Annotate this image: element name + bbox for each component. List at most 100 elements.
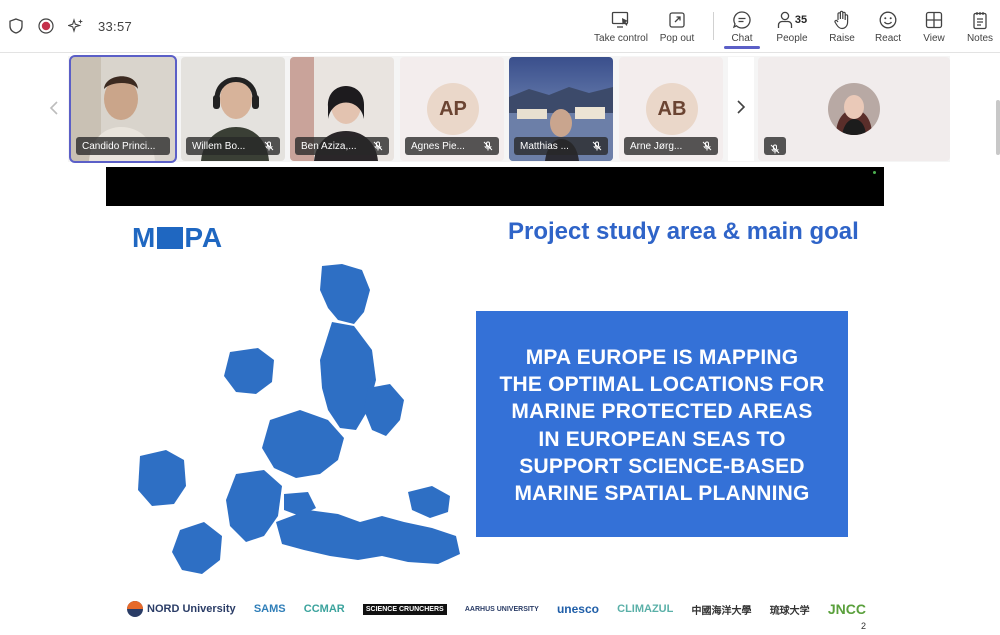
logo-label: JNCC: [827, 601, 866, 617]
logo-box: [157, 227, 184, 249]
mic-off-icon: [264, 141, 274, 151]
shared-screen-header: [106, 167, 884, 206]
goal-line: MPA EUROPE IS MAPPING: [525, 346, 799, 369]
goal-line: IN EUROPEAN SEAS TO: [538, 427, 786, 451]
participant-name: Ben Aziza,...: [301, 140, 357, 152]
europe-map: [138, 264, 460, 574]
raise-hand-icon: [833, 10, 851, 30]
participant-tile[interactable]: [758, 57, 950, 161]
pop-out-icon: [668, 10, 686, 30]
scroll-right-button[interactable]: [728, 57, 754, 161]
participant-name: Candido Princi...: [82, 140, 156, 152]
meeting-timer: 33:57: [98, 18, 133, 34]
notes-button[interactable]: Notes: [960, 0, 1000, 50]
mic-off-icon: [702, 141, 712, 151]
mic-off-icon: [483, 141, 493, 151]
science-crunchers-logo: SCIENCE CRUNCHERS: [362, 603, 447, 615]
participant-tile[interactable]: Willem Bo...: [181, 57, 285, 161]
chat-icon: [732, 10, 752, 30]
logo-label: unesco: [556, 602, 599, 616]
logo-label: 琉球大学: [769, 605, 810, 617]
ccmar-logo: CCMAR: [304, 603, 345, 615]
participant-name: Agnes Pie...: [411, 140, 465, 152]
unesco-logo: unesco: [557, 602, 599, 616]
participant-nameplate: Matthias ...: [514, 137, 608, 155]
ocean-university-logo: 中國海洋大學: [692, 602, 752, 617]
raise-hand-button[interactable]: Raise: [822, 0, 862, 50]
mpa-logo: M PA: [132, 222, 223, 254]
participant-nameplate: Arne Jørg...: [624, 137, 718, 155]
participant-tile[interactable]: Ben Aziza,...: [290, 57, 394, 161]
smiley-icon: [879, 10, 897, 30]
logo-label: 中國海洋大學: [691, 605, 752, 617]
chat-button[interactable]: Chat: [724, 0, 760, 50]
logo-label: NORD University: [147, 603, 236, 615]
sparkle-icon[interactable]: [66, 16, 86, 36]
partner-logos: NORD University SAMS CCMAR SCIENCE CRUNC…: [126, 594, 866, 624]
react-button[interactable]: React: [868, 0, 908, 50]
take-control-icon: [611, 10, 631, 30]
notes-label: Notes: [966, 33, 994, 44]
participant-tile[interactable]: AB Arne Jørg...: [619, 57, 723, 161]
people-button[interactable]: 35 People: [770, 0, 814, 50]
chevron-right-icon: [736, 99, 746, 119]
slide-title: Project study area & main goal: [508, 218, 859, 245]
grid-view-icon: [925, 10, 943, 30]
logo-label: CCMAR: [303, 603, 345, 615]
participant-nameplate: Candido Princi...: [76, 137, 170, 155]
raise-label: Raise: [829, 33, 855, 44]
logo-text: PA: [184, 222, 224, 253]
view-button[interactable]: View: [914, 0, 954, 50]
people-icon: 35: [777, 10, 807, 30]
logo-label: AARHUS UNIVERSITY: [464, 605, 539, 613]
view-label: View: [923, 33, 945, 44]
participant-nameplate: Ben Aziza,...: [295, 137, 389, 155]
shared-slide: M PA Project study area & main goal MPA …: [106, 206, 884, 635]
take-control-label: Take control: [594, 33, 648, 44]
goal-line: MARINE SPATIAL PLANNING: [514, 482, 810, 506]
nord-logo: NORD University: [126, 600, 236, 618]
recording-icon[interactable]: [36, 16, 56, 36]
pop-out-label: Pop out: [659, 33, 695, 44]
people-count: 35: [794, 14, 808, 26]
participant-tile[interactable]: Candido Princi...: [69, 55, 177, 163]
participant-name: Matthias ...: [520, 140, 569, 152]
meeting-toolbar: 33:57 Take control Pop out Chat 35 Peopl…: [0, 0, 1000, 53]
mic-off-icon: [373, 141, 383, 151]
logo-label: CLIMAZUL: [617, 603, 674, 615]
mic-off-icon: [592, 141, 602, 151]
avatar: AB: [646, 83, 698, 135]
react-label: React: [874, 33, 902, 44]
chat-label: Chat: [731, 33, 753, 44]
toolbar-divider: [713, 12, 714, 40]
goal-text-box: MPA EUROPE IS MAPPING THE OPTIMAL LOCATI…: [476, 311, 848, 537]
chevron-left-icon: [49, 99, 59, 120]
participant-name: Arne Jørg...: [630, 140, 683, 152]
avatar: AP: [427, 83, 479, 135]
logo-label: SAMS: [253, 603, 286, 615]
participant-tile[interactable]: Matthias ...: [509, 57, 613, 161]
participant-photo: [828, 83, 880, 135]
logo-text: M: [132, 222, 157, 253]
participant-tile[interactable]: AP Agnes Pie...: [400, 57, 504, 161]
scroll-left-button[interactable]: [40, 56, 68, 162]
goal-line: THE OPTIMAL LOCATIONS FOR: [499, 373, 825, 397]
notes-icon: [972, 10, 988, 30]
participant-nameplate: [764, 137, 786, 155]
sams-logo: SAMS: [254, 603, 286, 615]
page-number: 2: [860, 621, 866, 631]
aarhus-logo: AARHUS UNIVERSITY: [465, 606, 539, 613]
participant-nameplate: Willem Bo...: [186, 137, 280, 155]
scrollbar[interactable]: [996, 100, 1000, 155]
status-dot: [873, 171, 876, 174]
logo-label: SCIENCE CRUNCHERS: [362, 603, 447, 615]
take-control-button[interactable]: Take control: [593, 0, 649, 50]
ryukyu-logo: 琉球大学: [770, 602, 810, 617]
people-label: People: [776, 33, 808, 44]
mic-off-icon: [770, 141, 780, 154]
participant-nameplate: Agnes Pie...: [405, 137, 499, 155]
shield-icon[interactable]: [6, 16, 26, 36]
jncc-logo: JNCC: [828, 601, 866, 617]
participant-name: Willem Bo...: [192, 140, 246, 152]
pop-out-button[interactable]: Pop out: [651, 0, 703, 50]
